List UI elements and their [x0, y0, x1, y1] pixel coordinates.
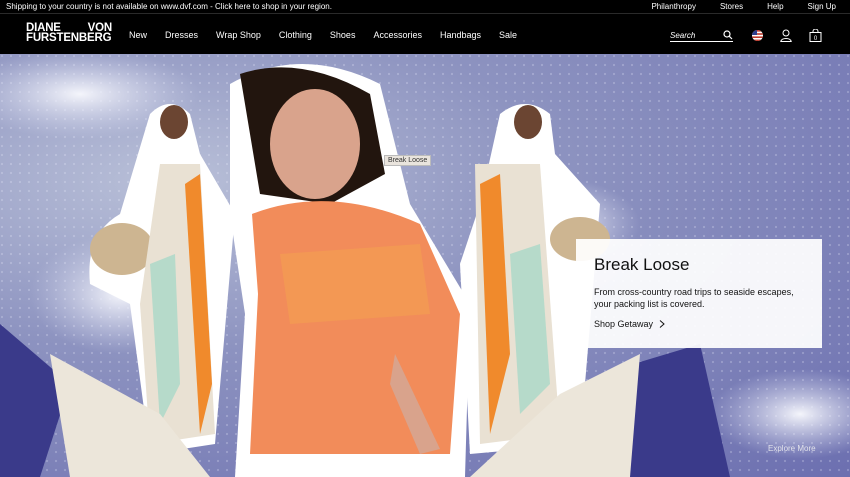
nav-item-clothing[interactable]: Clothing [279, 30, 312, 40]
nav-item-dresses[interactable]: Dresses [165, 30, 198, 40]
help-link[interactable]: Help [767, 0, 783, 13]
nav-item-new[interactable]: New [129, 30, 147, 40]
nav-item-handbags[interactable]: Handbags [440, 30, 481, 40]
brand-logo[interactable]: DIANE VON FURSTENBERG [26, 22, 112, 44]
philanthropy-link[interactable]: Philanthropy [651, 0, 695, 13]
promo-card: Break Loose From cross-country road trip… [576, 239, 822, 348]
search-input[interactable]: Search [670, 30, 733, 42]
shopping-bag-icon[interactable]: 0 [809, 29, 822, 42]
nav-item-accessories[interactable]: Accessories [373, 30, 422, 40]
logo-line2: FURSTENBERG [26, 32, 112, 44]
nav-item-wrap-shop[interactable]: Wrap Shop [216, 30, 261, 40]
image-tooltip: Break Loose [384, 155, 432, 166]
top-bar: Shipping to your country is not availabl… [0, 0, 850, 13]
user-icon[interactable] [780, 29, 792, 42]
shop-getaway-link[interactable]: Shop Getaway [594, 319, 804, 329]
us-flag-icon[interactable] [752, 30, 763, 41]
search-icon[interactable] [723, 30, 733, 40]
sign-up-link[interactable]: Sign Up [808, 0, 836, 13]
cta-label: Shop Getaway [594, 319, 654, 329]
nav-item-shoes[interactable]: Shoes [330, 30, 356, 40]
hero-banner[interactable]: Break Loose Break Loose From cross-count… [0, 54, 850, 477]
promo-title: Break Loose [594, 255, 690, 274]
shipping-notice-link[interactable]: Shipping to your country is not availabl… [6, 0, 332, 13]
explore-more-link[interactable]: Explore More [768, 444, 816, 453]
search-placeholder: Search [670, 31, 696, 40]
category-menu: New Dresses Wrap Shop Clothing Shoes Acc… [129, 14, 535, 55]
stores-link[interactable]: Stores [720, 0, 743, 13]
utility-links: Philanthropy Stores Help Sign Up [627, 0, 836, 13]
promo-description: From cross-country road trips to seaside… [594, 287, 794, 309]
chevron-right-icon [659, 320, 665, 328]
main-nav: DIANE VON FURSTENBERG New Dresses Wrap Sh… [0, 13, 850, 54]
nav-item-sale[interactable]: Sale [499, 30, 517, 40]
